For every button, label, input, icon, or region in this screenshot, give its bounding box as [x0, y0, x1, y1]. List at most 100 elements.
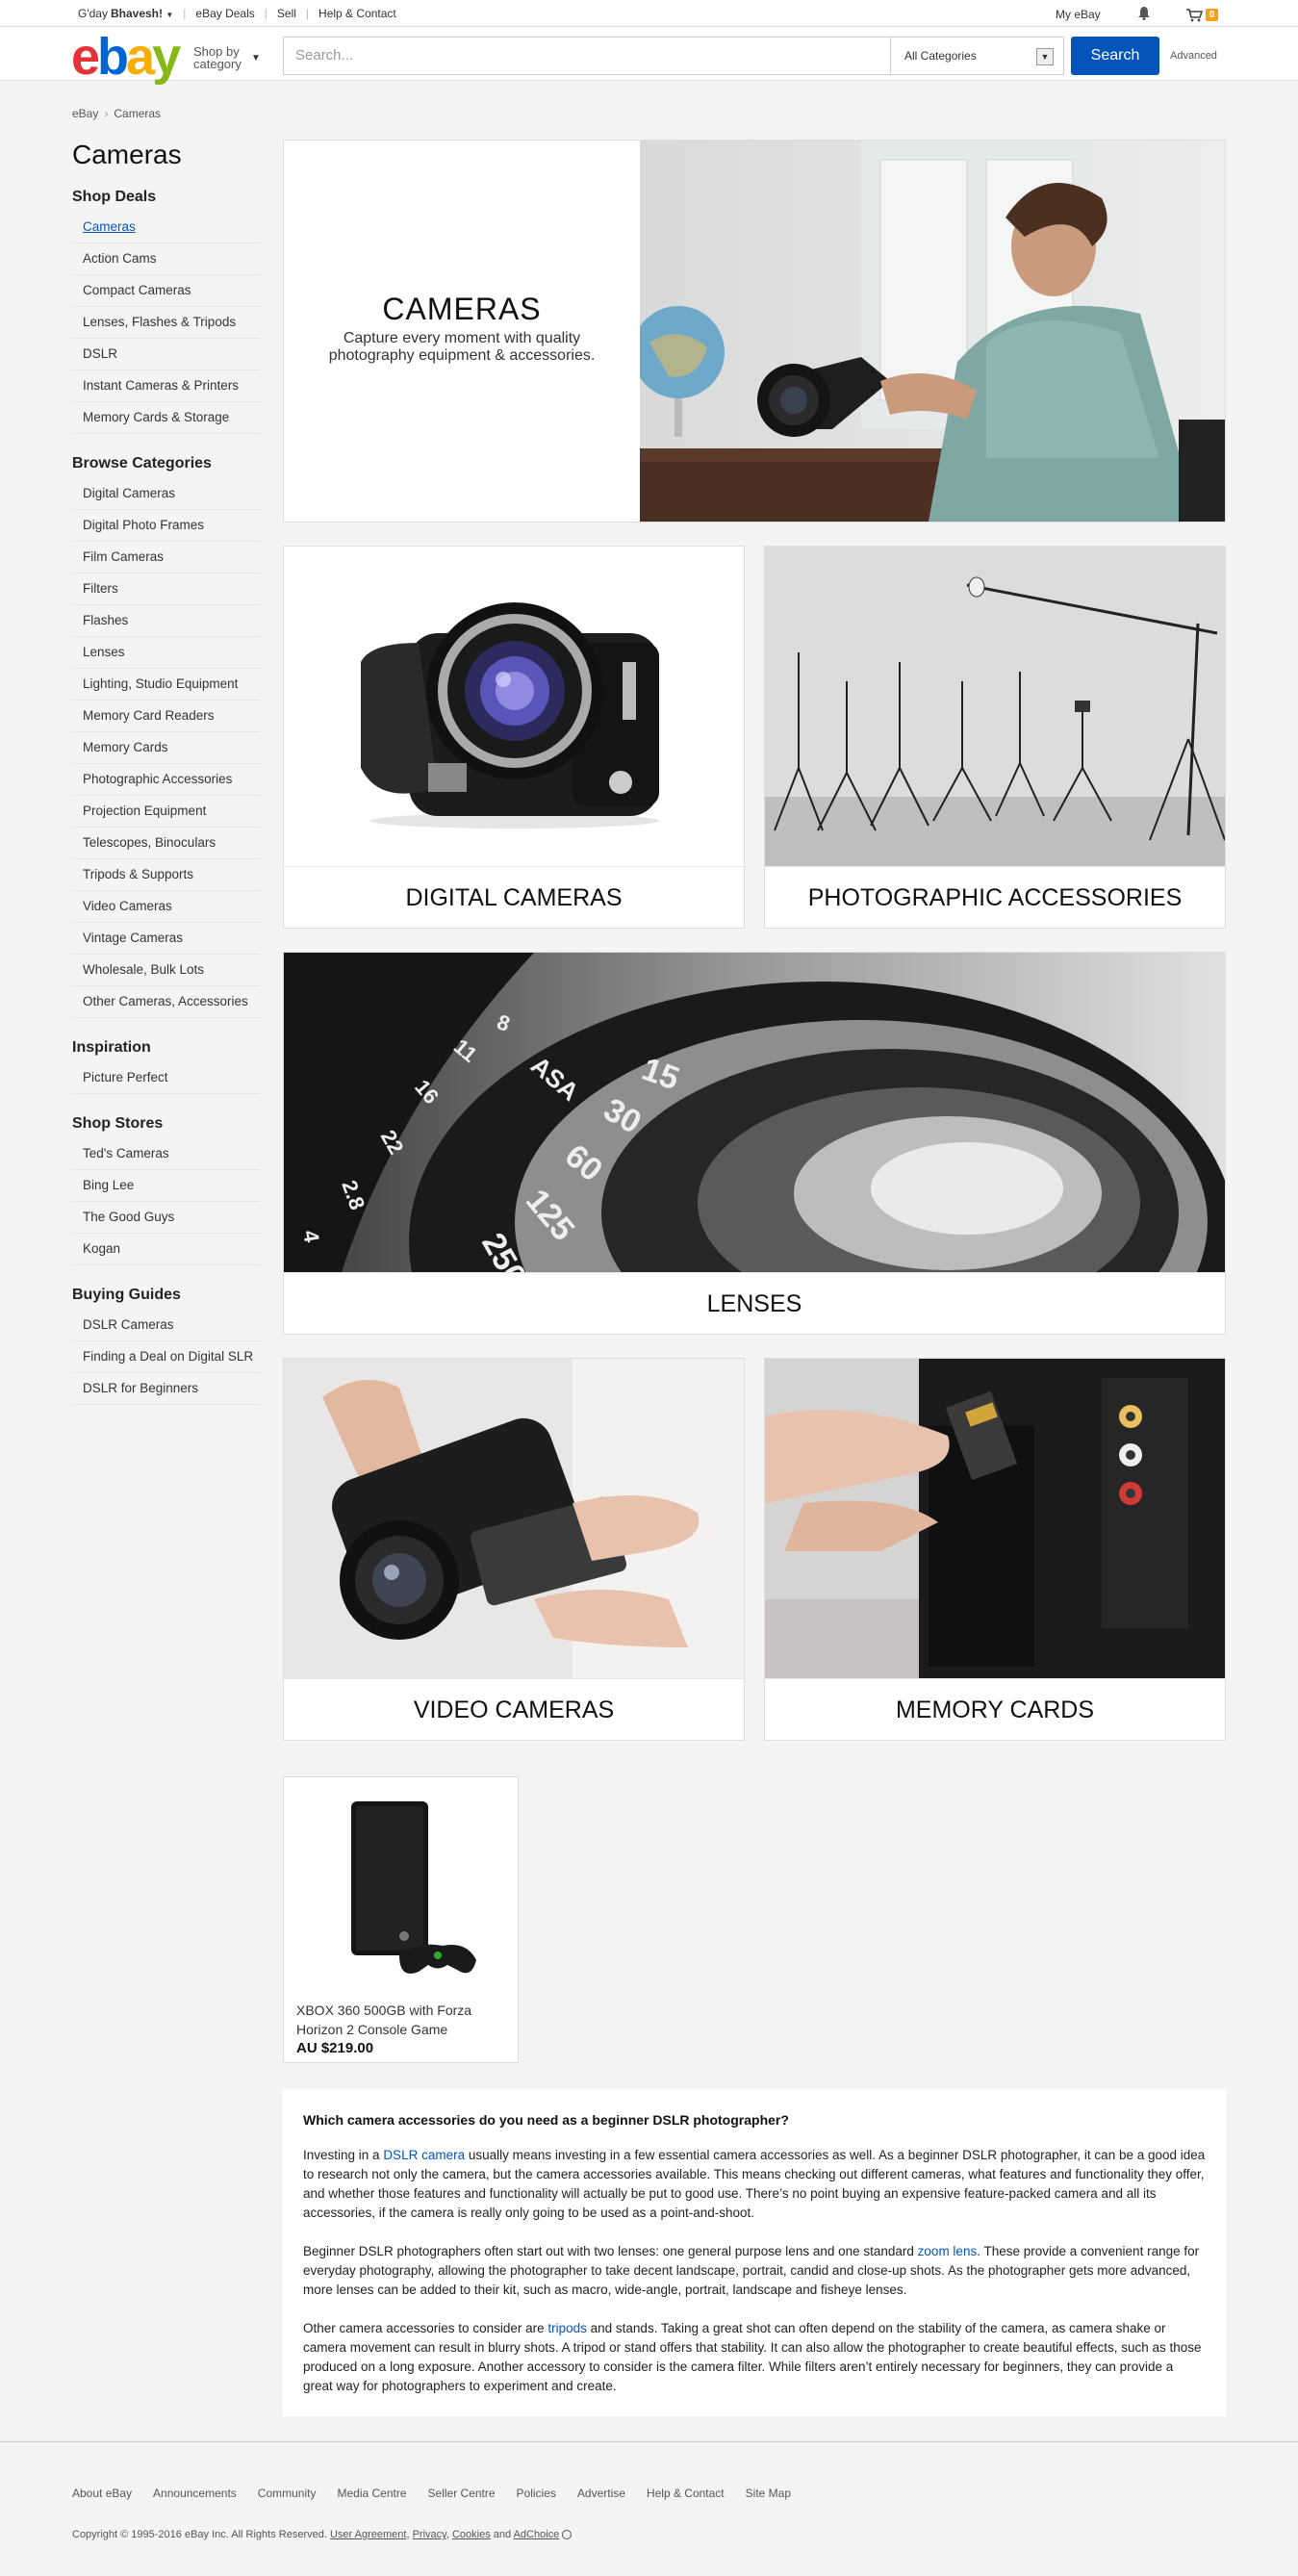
footer-link-media-centre[interactable]: Media Centre: [337, 2487, 406, 2500]
product-card[interactable]: XBOX 360 500GB with Forza Horizon 2 Cons…: [283, 1776, 519, 2063]
cookies-link[interactable]: Cookies: [452, 2529, 491, 2540]
my-ebay-link[interactable]: My eBay: [1056, 8, 1101, 21]
sidebar-item-wholesale-bulk-lots[interactable]: Wholesale, Bulk Lots: [72, 955, 261, 986]
user-name: Bhavesh!: [110, 7, 164, 20]
logo-letter: y: [152, 28, 181, 86]
sidebar-item-telescopes-binoculars[interactable]: Telescopes, Binoculars: [72, 828, 261, 859]
footer-link-seller-centre[interactable]: Seller Centre: [428, 2487, 496, 2500]
sidebar-item-flashes[interactable]: Flashes: [72, 605, 261, 637]
adchoice-icon[interactable]: [562, 2530, 573, 2540]
footer-link-community[interactable]: Community: [258, 2487, 317, 2500]
cart-count-badge: 0: [1205, 8, 1219, 21]
category-tile-photographic-accessories[interactable]: PHOTOGRAPHIC ACCESSORIES: [764, 546, 1226, 929]
sidebar-item-digital-photo-frames[interactable]: Digital Photo Frames: [72, 510, 261, 542]
hero-photographer-image: [640, 140, 1225, 522]
lenses-label: LENSES: [284, 1272, 1225, 1334]
divider: |: [305, 7, 310, 20]
help-contact-link[interactable]: Help & Contact: [318, 7, 396, 20]
product-title[interactable]: XBOX 360 500GB with Forza Horizon 2 Cons…: [296, 2001, 513, 2039]
hero-text-panel: CAMERAS Capture every moment with qualit…: [284, 140, 640, 522]
sidebar-item-lighting-studio[interactable]: Lighting, Studio Equipment: [72, 669, 261, 701]
footer-links: About eBay Announcements Community Media…: [72, 2487, 812, 2500]
memory-cards-label: MEMORY CARDS: [765, 1678, 1225, 1740]
sidebar-item-dslr-beginners-guide[interactable]: DSLR for Beginners: [72, 1373, 261, 1405]
sidebar-item-vintage-cameras[interactable]: Vintage Cameras: [72, 923, 261, 955]
sidebar-item-memory-card-readers[interactable]: Memory Card Readers: [72, 701, 261, 732]
sidebar-item-cameras[interactable]: Cameras: [72, 212, 261, 243]
article-paragraph: Investing in a DSLR camera usually means…: [303, 2146, 1206, 2223]
product-image-xbox: [303, 1787, 500, 1989]
logo-letter: e: [71, 28, 100, 86]
sidebar-item-the-good-guys[interactable]: The Good Guys: [72, 1202, 261, 1234]
sidebar-item-film-cameras[interactable]: Film Cameras: [72, 542, 261, 574]
inspiration-heading: Inspiration: [72, 1039, 151, 1056]
sidebar-item-memory-cards-storage[interactable]: Memory Cards & Storage: [72, 402, 261, 434]
adchoice-link[interactable]: AdChoice: [514, 2529, 560, 2540]
article-text: Investing in a: [303, 2148, 384, 2162]
greeting[interactable]: G'day Bhavesh! ▼: [78, 7, 173, 20]
sell-link[interactable]: Sell: [277, 7, 296, 20]
search-button[interactable]: Search: [1071, 37, 1159, 75]
footer-link-advertise[interactable]: Advertise: [577, 2487, 625, 2500]
chevron-right-icon: ›: [104, 107, 109, 120]
sidebar-item-teds-cameras[interactable]: Ted's Cameras: [72, 1138, 261, 1170]
dslr-camera-link[interactable]: DSLR camera: [383, 2148, 465, 2162]
bell-icon[interactable]: [1137, 6, 1151, 23]
category-tile-lenses[interactable]: ASA 15 30 60 125 250 8 11 16 22 2.8 4 LE…: [283, 952, 1226, 1335]
sidebar-item-photographic-accessories[interactable]: Photographic Accessories: [72, 764, 261, 796]
cart-icon[interactable]: 0: [1185, 8, 1219, 22]
sidebar-item-lenses-flashes-tripods[interactable]: Lenses, Flashes & Tripods: [72, 307, 261, 339]
footer-link-site-map[interactable]: Site Map: [746, 2487, 791, 2500]
shop-stores-group: Shop Stores Ted's Cameras Bing Lee The G…: [72, 1115, 265, 1265]
footer-link-help-contact[interactable]: Help & Contact: [647, 2487, 725, 2500]
ebay-logo[interactable]: ebay: [71, 28, 181, 86]
header: ebay Shop by category ▼ Search... All Ca…: [0, 27, 1298, 86]
sidebar-item-tripods-supports[interactable]: Tripods & Supports: [72, 859, 261, 891]
shop-deals-heading: Shop Deals: [72, 189, 157, 205]
article-heading: Which camera accessories do you need as …: [303, 2112, 789, 2128]
sidebar-item-finding-deal-guide[interactable]: Finding a Deal on Digital SLR: [72, 1341, 261, 1373]
sidebar-item-bing-lee[interactable]: Bing Lee: [72, 1170, 261, 1202]
footer: About eBay Announcements Community Media…: [0, 2441, 1298, 2576]
footer-link-announcements[interactable]: Announcements: [153, 2487, 237, 2500]
shop-stores-heading: Shop Stores: [72, 1115, 164, 1132]
category-tile-memory-cards[interactable]: MEMORY CARDS: [764, 1358, 1226, 1741]
article-text: Other camera accessories to consider are: [303, 2321, 548, 2335]
breadcrumb-home[interactable]: eBay: [72, 107, 98, 120]
hero-banner[interactable]: CAMERAS Capture every moment with qualit…: [283, 140, 1226, 523]
sidebar-item-lenses[interactable]: Lenses: [72, 637, 261, 669]
category-select[interactable]: All Categories ▼: [891, 37, 1064, 75]
sidebar-item-filters[interactable]: Filters: [72, 574, 261, 605]
sidebar-item-other-cameras[interactable]: Other Cameras, Accessories: [72, 986, 261, 1018]
divider: |: [264, 7, 267, 20]
sidebar-item-compact-cameras[interactable]: Compact Cameras: [72, 275, 261, 307]
search-input[interactable]: Search...: [283, 37, 891, 75]
advanced-search-link[interactable]: Advanced: [1170, 50, 1217, 62]
footer-link-policies[interactable]: Policies: [517, 2487, 556, 2500]
sidebar-item-projection-equipment[interactable]: Projection Equipment: [72, 796, 261, 828]
shop-by-category-button[interactable]: Shop by category ▼: [193, 45, 261, 70]
user-agreement-link[interactable]: User Agreement: [330, 2529, 406, 2540]
buying-guide-article: Which camera accessories do you need as …: [283, 2089, 1226, 2416]
sidebar-item-dslr-cameras-guide[interactable]: DSLR Cameras: [72, 1310, 261, 1341]
category-tile-digital-cameras[interactable]: DIGITAL CAMERAS: [283, 546, 745, 929]
chevron-down-icon: ▼: [251, 53, 261, 64]
deals-link[interactable]: eBay Deals: [195, 7, 254, 20]
sidebar-item-kogan[interactable]: Kogan: [72, 1234, 261, 1265]
tripods-link[interactable]: tripods: [547, 2321, 587, 2335]
sidebar-item-video-cameras[interactable]: Video Cameras: [72, 891, 261, 923]
sidebar-item-picture-perfect[interactable]: Picture Perfect: [72, 1062, 261, 1094]
product-price: AU $219.00: [296, 2040, 374, 2056]
sidebar-item-digital-cameras[interactable]: Digital Cameras: [72, 478, 261, 510]
zoom-lens-link[interactable]: zoom lens: [918, 2244, 978, 2258]
breadcrumb: eBay › Cameras: [72, 107, 161, 120]
sidebar-item-instant-cameras[interactable]: Instant Cameras & Printers: [72, 370, 261, 402]
hero-title: CAMERAS: [382, 292, 542, 326]
browse-categories-group: Browse Categories Digital Cameras Digita…: [72, 455, 265, 1018]
sidebar-item-dslr[interactable]: DSLR: [72, 339, 261, 370]
sidebar-item-memory-cards[interactable]: Memory Cards: [72, 732, 261, 764]
footer-link-about[interactable]: About eBay: [72, 2487, 132, 2500]
privacy-link[interactable]: Privacy: [413, 2529, 446, 2540]
sidebar-item-action-cams[interactable]: Action Cams: [72, 243, 261, 275]
category-tile-video-cameras[interactable]: VIDEO CAMERAS: [283, 1358, 745, 1741]
